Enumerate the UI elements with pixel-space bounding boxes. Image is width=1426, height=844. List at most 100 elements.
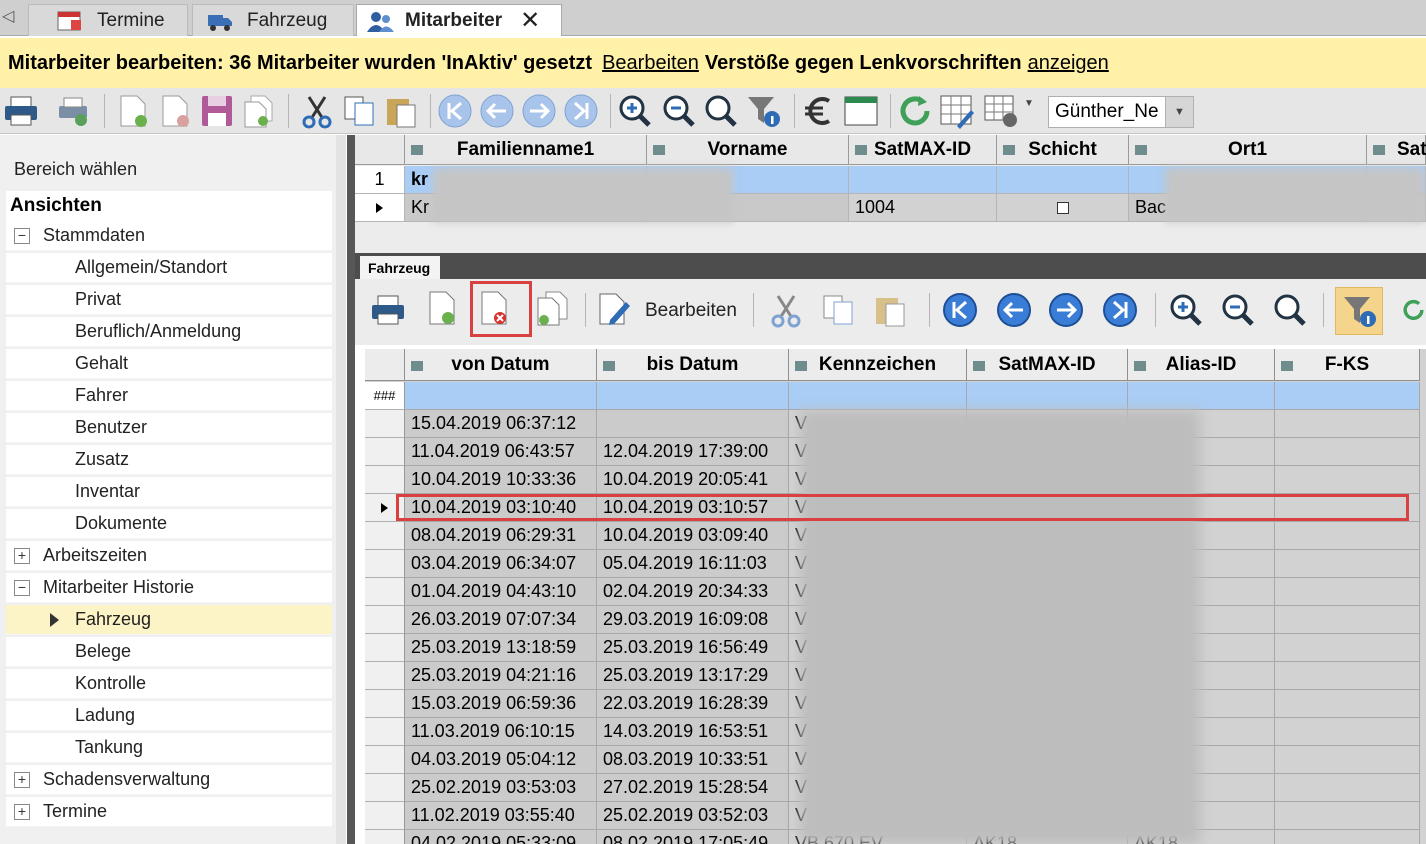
filter-fks-input[interactable] <box>1275 382 1420 410</box>
cell-f-ks[interactable] <box>1275 410 1420 438</box>
sort-icon[interactable] <box>973 361 985 371</box>
sidebar-item-fahrer[interactable]: Fahrer <box>6 381 332 411</box>
last-record-button[interactable] <box>562 92 600 130</box>
sort-icon[interactable] <box>1135 145 1147 155</box>
cell-von-datum[interactable]: 11.03.2019 06:10:15 <box>405 718 597 746</box>
cell-von-datum[interactable]: 10.04.2019 10:33:36 <box>405 466 597 494</box>
row-pointer[interactable] <box>355 194 405 222</box>
vehicle-edit-label[interactable]: Bearbeiten <box>645 300 737 322</box>
row-header[interactable] <box>365 410 405 438</box>
cell-bis-datum[interactable]: 25.03.2019 16:56:49 <box>597 634 789 662</box>
sidebar-item-belege[interactable]: Belege <box>6 637 332 667</box>
column-header-ort1[interactable]: Ort1 <box>1129 135 1367 165</box>
sidebar-item-beruflich-anmeldung[interactable]: Beruflich/Anmeldung <box>6 317 332 347</box>
edit-link[interactable]: Bearbeiten <box>602 52 699 75</box>
row-header[interactable] <box>365 690 405 718</box>
cell-f-ks[interactable] <box>1275 578 1420 606</box>
cell-f-ks[interactable] <box>1275 466 1420 494</box>
vehicle-last-button[interactable] <box>1101 291 1139 329</box>
sort-icon[interactable] <box>795 361 807 371</box>
sidebar-item-termine[interactable]: + Termine <box>6 797 332 827</box>
cell-von-datum[interactable]: 25.03.2019 04:21:16 <box>405 662 597 690</box>
cut-button[interactable] <box>298 92 336 130</box>
cell-bis-datum[interactable]: 29.03.2019 16:09:08 <box>597 606 789 634</box>
tab-scroll-left-icon[interactable]: ◁ <box>2 6 14 26</box>
vehicle-next-button[interactable] <box>1047 291 1085 329</box>
cell-f-ks[interactable] <box>1275 550 1420 578</box>
zoom-in-button[interactable] <box>616 92 654 130</box>
cell-bis-datum[interactable]: 10.04.2019 03:09:40 <box>597 522 789 550</box>
tab-termine[interactable]: Termine <box>28 4 188 36</box>
expand-icon[interactable]: + <box>14 772 30 788</box>
cell-bis-datum[interactable]: 10.04.2019 20:05:41 <box>597 466 789 494</box>
currency-button[interactable] <box>800 92 838 130</box>
print-preview-button[interactable] <box>54 92 92 130</box>
tab-mitarbeiter[interactable]: Mitarbeiter ✕ <box>356 4 562 36</box>
row-header[interactable] <box>365 634 405 662</box>
sidebar-item-tankung[interactable]: Tankung <box>6 733 332 763</box>
sidebar-item-benutzer[interactable]: Benutzer <box>6 413 332 443</box>
sidebar-item-gehalt[interactable]: Gehalt <box>6 349 332 379</box>
row-header[interactable] <box>365 466 405 494</box>
sidebar-item-allgemein-standort[interactable]: Allgemein/Standort <box>6 253 332 283</box>
sidebar-item-inventar[interactable]: Inventar <box>6 477 332 507</box>
filter-satmax-input[interactable] <box>849 166 997 194</box>
row-header[interactable] <box>365 522 405 550</box>
close-icon[interactable]: ✕ <box>520 6 540 35</box>
column-header-satmax-id[interactable]: SatMAX-ID <box>967 349 1128 381</box>
sort-icon[interactable] <box>1134 361 1146 371</box>
cell-von-datum[interactable]: 04.02.2019 05:33:09 <box>405 830 597 844</box>
cell-bis-datum[interactable]: 27.02.2019 15:28:54 <box>597 774 789 802</box>
vehicle-print-button[interactable] <box>369 291 407 329</box>
cell-f-ks[interactable] <box>1275 522 1420 550</box>
row-header[interactable] <box>365 662 405 690</box>
cell-bis-datum[interactable]: 08.03.2019 10:33:51 <box>597 746 789 774</box>
sidebar-item-fahrzeug[interactable]: Fahrzeug <box>6 605 332 635</box>
previous-record-button[interactable] <box>478 92 516 130</box>
row-header[interactable] <box>365 578 405 606</box>
vehicle-edit-button[interactable] <box>595 289 633 327</box>
row-header[interactable] <box>365 606 405 634</box>
chevron-down-icon[interactable]: ▼ <box>1165 97 1193 127</box>
column-header-alias-id[interactable]: Alias-ID <box>1128 349 1275 381</box>
delete-button[interactable] <box>156 92 194 130</box>
filter-schicht-input[interactable] <box>997 166 1129 194</box>
cell-f-ks[interactable] <box>1275 746 1420 774</box>
row-header[interactable] <box>365 774 405 802</box>
schicht-checkbox[interactable] <box>1056 201 1069 214</box>
window-button[interactable] <box>842 92 880 130</box>
cell-von-datum[interactable]: 04.03.2019 05:04:12 <box>405 746 597 774</box>
column-header-kennzeichen[interactable]: Kennzeichen <box>789 349 967 381</box>
filter-alias-input[interactable] <box>1128 382 1275 410</box>
show-link[interactable]: anzeigen <box>1028 52 1109 75</box>
next-record-button[interactable] <box>520 92 558 130</box>
cell-f-ks[interactable] <box>1275 802 1420 830</box>
cell-von-datum[interactable]: 08.04.2019 06:29:31 <box>405 522 597 550</box>
column-header-schicht[interactable]: Schicht <box>997 135 1129 165</box>
sidebar-item-ladung[interactable]: Ladung <box>6 701 332 731</box>
sort-icon[interactable] <box>411 145 423 155</box>
search-button[interactable] <box>702 92 740 130</box>
expand-icon[interactable]: + <box>14 548 30 564</box>
cell-f-ks[interactable] <box>1275 774 1420 802</box>
cell-schicht[interactable] <box>997 194 1129 222</box>
sidebar-item-kontrolle[interactable]: Kontrolle <box>6 669 332 699</box>
cell-bis-datum[interactable]: 25.03.2019 13:17:29 <box>597 662 789 690</box>
vehicle-new-button[interactable] <box>423 289 461 327</box>
column-header-vorname[interactable]: Vorname <box>647 135 849 165</box>
sort-icon[interactable] <box>1281 361 1293 371</box>
row-header[interactable] <box>365 438 405 466</box>
cell-f-ks[interactable] <box>1275 662 1420 690</box>
tab-vehicle-history[interactable]: Fahrzeug <box>360 256 440 279</box>
vehicle-zoom-in-button[interactable] <box>1167 291 1205 329</box>
filter-bis-input[interactable] <box>597 382 789 410</box>
edit-grid-button[interactable] <box>938 92 976 130</box>
vehicle-refresh-button[interactable] <box>1401 291 1426 329</box>
column-header-familienname[interactable]: Familienname1 <box>405 135 647 165</box>
cell-satmax-id[interactable]: 1004 <box>849 194 997 222</box>
refresh-button[interactable] <box>896 92 934 130</box>
sidebar-item-schadensverwaltung[interactable]: + Schadensverwaltung <box>6 765 332 795</box>
row-header[interactable] <box>365 550 405 578</box>
new-button[interactable] <box>114 92 152 130</box>
cell-bis-datum[interactable]: 22.03.2019 16:28:39 <box>597 690 789 718</box>
